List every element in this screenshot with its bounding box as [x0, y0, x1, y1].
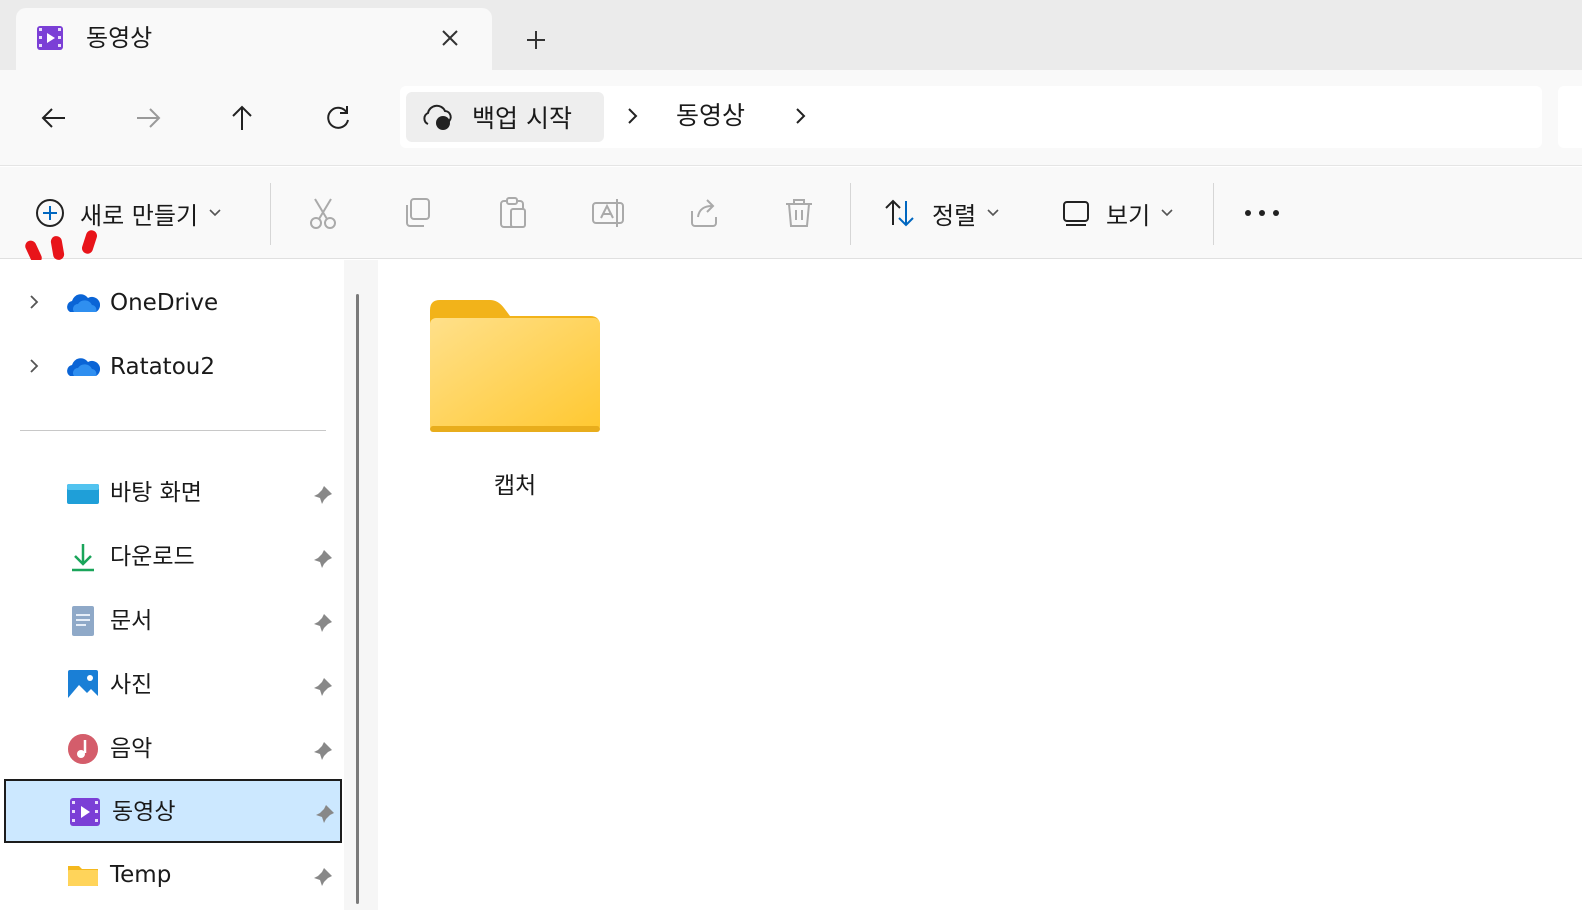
desktop-icon: [67, 484, 99, 504]
sort-label: 정렬: [932, 201, 977, 230]
rename-icon[interactable]: [590, 195, 626, 231]
chevron-down-icon: [1161, 209, 1173, 217]
command-bar: 새로 만들기 정렬 보기: [0, 167, 1582, 259]
new-button[interactable]: 새로 만들기: [34, 193, 222, 233]
sidebar-item-label: 바탕 화면: [110, 480, 202, 506]
cut-icon[interactable]: [305, 195, 341, 231]
pin-icon[interactable]: [312, 612, 334, 634]
sidebar-scrollbar[interactable]: [344, 260, 378, 910]
close-icon: [442, 30, 458, 46]
refresh-icon: [327, 106, 349, 129]
sidebar-item-label: 음악: [110, 736, 153, 762]
search-box-edge[interactable]: [1558, 86, 1582, 148]
forward-button[interactable]: [128, 98, 168, 138]
sidebar-item-documents[interactable]: 문서: [4, 590, 342, 652]
chevron-right-icon[interactable]: [620, 104, 644, 128]
sidebar-item-temp[interactable]: Temp: [4, 844, 342, 906]
sidebar-item-label: Ratatou2: [110, 354, 215, 380]
sidebar-item-label: Temp: [110, 862, 172, 888]
chevron-right-icon[interactable]: [788, 104, 812, 128]
navigation-bar: 백업 시작 동영상: [0, 70, 1582, 166]
breadcrumb-videos[interactable]: 동영상: [676, 100, 745, 132]
tab-bar: 동영상: [0, 0, 1582, 70]
sort-button[interactable]: 정렬: [882, 193, 1000, 233]
arrow-up-icon: [232, 105, 252, 130]
music-icon: [68, 734, 98, 764]
share-icon[interactable]: [686, 195, 722, 231]
sidebar-item-label: 다운로드: [110, 544, 195, 570]
sidebar-item-onedrive[interactable]: OneDrive: [4, 272, 342, 334]
onedrive-cloud-icon: [67, 358, 100, 376]
pin-icon[interactable]: [312, 676, 334, 698]
videos-icon: [70, 798, 100, 826]
delete-icon[interactable]: [781, 195, 817, 231]
tab-videos[interactable]: 동영상: [16, 8, 492, 70]
sidebar-item-label: 문서: [110, 608, 153, 634]
copy-icon[interactable]: [400, 195, 436, 231]
toolbar-divider: [1213, 183, 1214, 245]
sidebar-item-pictures[interactable]: 사진: [4, 654, 342, 716]
arrow-left-icon: [41, 108, 65, 128]
pin-icon[interactable]: [312, 866, 334, 888]
folder-item[interactable]: 캡처: [428, 296, 602, 502]
videos-icon: [37, 26, 63, 50]
tab-title: 동영상: [86, 24, 153, 52]
more-options-button[interactable]: [1238, 193, 1286, 233]
folder-icon: [430, 300, 600, 432]
download-icon: [72, 544, 94, 572]
sidebar-item-music[interactable]: 음악: [4, 718, 342, 780]
sidebar-item-downloads[interactable]: 다운로드: [4, 526, 342, 588]
plus-circle-icon: [36, 199, 64, 227]
chevron-right-icon[interactable]: [24, 356, 44, 376]
cloud-backup-icon: [423, 104, 452, 130]
backup-start-button[interactable]: 백업 시작: [406, 92, 604, 142]
view-label: 보기: [1106, 201, 1151, 230]
refresh-button[interactable]: [318, 98, 358, 138]
arrow-right-icon: [137, 108, 161, 128]
documents-icon: [72, 606, 94, 636]
scrollbar-thumb[interactable]: [356, 294, 359, 904]
pin-icon[interactable]: [312, 548, 334, 570]
chevron-down-icon: [987, 209, 999, 217]
backup-label: 백업 시작: [472, 104, 572, 133]
chevron-down-icon: [209, 209, 221, 217]
tab-close-button[interactable]: [434, 22, 466, 54]
paste-icon[interactable]: [495, 195, 531, 231]
address-bar[interactable]: 백업 시작 동영상: [400, 86, 1542, 148]
sidebar-item-label: 사진: [110, 672, 153, 698]
view-button[interactable]: 보기: [1060, 193, 1174, 233]
view-icon: [1063, 201, 1089, 226]
toolbar-divider: [850, 183, 851, 245]
new-tab-button[interactable]: [518, 22, 554, 58]
sidebar-item-label: 동영상: [112, 799, 176, 825]
sidebar-item-desktop[interactable]: 바탕 화면: [4, 462, 342, 524]
pin-icon[interactable]: [314, 803, 336, 825]
plus-icon: [527, 31, 545, 49]
sidebar-item-ratatou2[interactable]: Ratatou2: [4, 336, 342, 398]
pin-icon[interactable]: [312, 484, 334, 506]
sidebar-item-label: OneDrive: [110, 290, 219, 316]
pin-icon[interactable]: [312, 740, 334, 762]
new-button-label: 새로 만들기: [80, 201, 199, 230]
folder-label: 캡처: [493, 473, 537, 499]
chevron-right-icon[interactable]: [24, 292, 44, 312]
sort-icon: [885, 199, 914, 227]
back-button[interactable]: [34, 98, 74, 138]
sidebar-item-videos[interactable]: 동영상: [4, 779, 342, 843]
folder-icon: [68, 866, 98, 886]
pictures-icon: [68, 670, 98, 700]
onedrive-cloud-icon: [67, 294, 100, 312]
sidebar-divider: [20, 430, 326, 431]
toolbar-divider: [270, 183, 271, 245]
more-icon: [1245, 210, 1279, 216]
up-button[interactable]: [222, 98, 262, 138]
